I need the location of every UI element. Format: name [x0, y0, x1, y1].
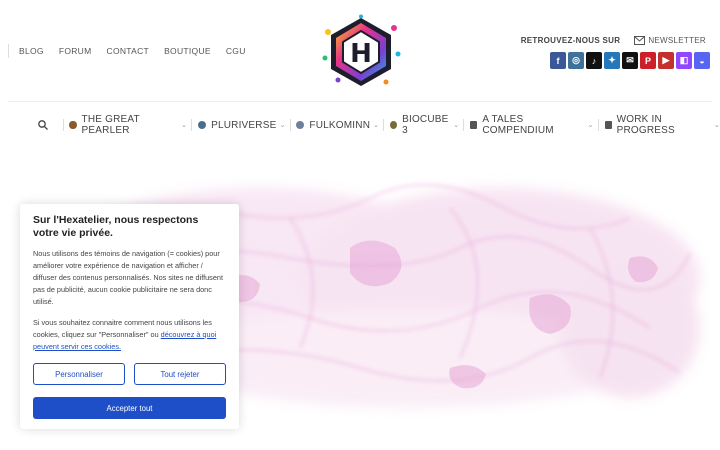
chevron-down-icon: ⌄	[279, 122, 286, 129]
logo-letter: H	[350, 39, 372, 69]
nav-item-biocube-3[interactable]: BIOCUBE 3 ⌄	[390, 114, 459, 136]
main-nav: THE GREAT PEARLER ⌄ PLURIVERSE ⌄ FULKOMI…	[38, 114, 720, 136]
twitch-icon[interactable]: ◧	[676, 52, 692, 69]
logo-dot	[391, 25, 397, 31]
hexagon-icon	[470, 121, 478, 129]
nav-link-boutique[interactable]: BOUTIQUE	[164, 46, 211, 56]
chevron-down-icon: ⌄	[453, 122, 460, 129]
biocube-icon	[390, 121, 398, 129]
logo-dot	[325, 29, 331, 35]
cookie-body: Nous utilisons des témoins de navigation…	[33, 249, 223, 306]
chevron-down-icon: ⌄	[181, 122, 188, 129]
nav-link-cgu[interactable]: CGU	[226, 46, 246, 56]
newsletter-link[interactable]: NEWSLETTER	[634, 36, 706, 45]
accept-all-button[interactable]: Accepter tout	[33, 397, 226, 419]
logo-dot	[322, 55, 328, 61]
nav-divider	[463, 119, 465, 131]
discord-icon[interactable]: ◒	[694, 52, 710, 69]
nav-item-the-great-pearler[interactable]: THE GREAT PEARLER ⌄	[69, 114, 187, 136]
youtube-icon[interactable]: ▶	[658, 52, 674, 69]
nav-item-a-tales-compendium[interactable]: A TALES COMPENDIUM ⌄	[470, 114, 593, 136]
nav-item-label: PLURIVERSE	[211, 119, 277, 131]
nav-item-fulkominn[interactable]: FULKOMINN ⌄	[296, 120, 379, 131]
instagram-icon[interactable]: ◎	[568, 52, 584, 69]
pluriverse-icon	[198, 121, 207, 129]
nav-item-label: WORK IN PROGRESS	[616, 114, 675, 136]
nav-divider	[383, 119, 385, 131]
logo-dot	[335, 77, 341, 83]
nav-item-work-in-progress[interactable]: WORK IN PROGRESS ⌄	[604, 114, 720, 136]
cookie-consent-dialog: Sur l'Hexatelier, nous respectons votre …	[20, 204, 239, 429]
nav-link-forum[interactable]: FORUM	[59, 46, 92, 56]
nav-item-label: THE GREAT PEARLER	[81, 114, 140, 136]
cookie-button-row: Personnaliser Tout rejeter	[33, 363, 226, 385]
cookie-body-2: Si vous souhaitez connaitre comment nous…	[33, 317, 226, 353]
logo-dot	[395, 51, 401, 57]
facebook-icon[interactable]: f	[550, 52, 566, 69]
nav-item-label: FULKOMINN	[309, 119, 371, 131]
customize-button[interactable]: Personnaliser	[33, 363, 125, 385]
nav-link-blog[interactable]: BLOG	[19, 46, 44, 56]
chevron-down-icon: ⌄	[587, 122, 594, 129]
site-logo[interactable]: H	[318, 14, 404, 90]
nav-item-pluriverse[interactable]: PLURIVERSE ⌄	[198, 120, 285, 131]
email-icon[interactable]: ✉	[622, 52, 638, 69]
nav-divider	[289, 119, 291, 131]
fulkominn-icon	[296, 121, 305, 129]
cookie-title: Sur l'Hexatelier, nous respectons votre …	[33, 214, 199, 239]
reject-all-button[interactable]: Tout rejeter	[134, 363, 226, 385]
nav-divider	[191, 119, 193, 131]
newsletter-label: NEWSLETTER	[648, 36, 706, 45]
header-divider	[8, 101, 712, 102]
logo-dot	[359, 14, 363, 19]
pinterest-icon[interactable]: P	[640, 52, 656, 69]
follow-label: RETROUVEZ-NOUS SUR	[520, 36, 621, 45]
social-icons: f ◎ ♪ ✦ ✉ P ▶ ◧ ◒	[548, 52, 710, 69]
search-icon[interactable]	[38, 120, 51, 130]
nav-divider	[8, 44, 9, 58]
nav-link-contact[interactable]: CONTACT	[107, 46, 150, 56]
chevron-down-icon: ⌄	[713, 122, 720, 129]
chevron-down-icon: ⌄	[373, 122, 380, 129]
hexagon-icon	[604, 121, 612, 129]
pearler-icon	[69, 121, 77, 129]
logo-dot	[383, 79, 389, 85]
nav-item-label: BIOCUBE 3	[402, 114, 449, 136]
twitter-icon[interactable]: ✦	[604, 52, 620, 69]
nav-divider	[597, 119, 599, 131]
envelope-icon	[634, 36, 646, 45]
top-nav: BLOG FORUM CONTACT BOUTIQUE CGU	[8, 44, 261, 58]
nav-item-label: A TALES COMPENDIUM	[482, 114, 554, 136]
tiktok-icon[interactable]: ♪	[586, 52, 602, 69]
follow-bar: RETROUVEZ-NOUS SUR NEWSLETTER	[521, 36, 706, 45]
nav-divider	[62, 119, 64, 131]
